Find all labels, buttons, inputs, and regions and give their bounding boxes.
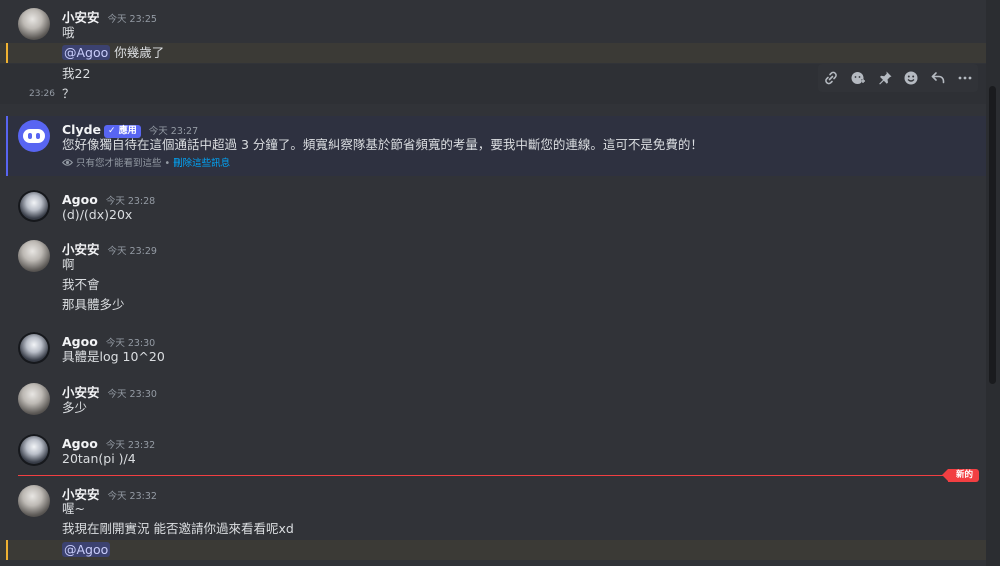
message-text: 20tan(pi )/4	[62, 451, 136, 466]
message-text: 那具體多少	[62, 297, 125, 312]
new-messages-badge: 新的	[941, 469, 980, 482]
message-line[interactable]: 哦	[0, 23, 986, 43]
message-line[interactable]: 那具體多少	[0, 295, 986, 315]
dismiss-messages-link[interactable]: 刪除這些訊息	[173, 158, 230, 169]
user-mention[interactable]: @Agoo	[62, 542, 111, 557]
reply-icon[interactable]	[927, 67, 949, 89]
message-text: @Agoo 你幾歲了	[62, 45, 165, 60]
message-text: 哦	[62, 25, 75, 40]
message-text: 您好像獨自待在這個通話中超過 3 分鐘了。頻寬糾察隊基於節省頻寬的考量，要我中斷…	[62, 137, 703, 152]
message-text: 具體是log 10^20	[62, 349, 165, 364]
message-text: 多少	[62, 400, 88, 415]
message-text: 啊	[62, 257, 75, 272]
message-text: (d)/(dx)20x	[62, 207, 133, 222]
message-line[interactable]: 20tan(pi )/4	[0, 449, 986, 469]
message-text: 喔~	[62, 501, 85, 516]
message-line[interactable]: 具體是log 10^20	[0, 347, 986, 367]
scrollbar-thumb[interactable]	[989, 86, 996, 384]
message-text: 我現在剛開實況 能否邀請你過來看看呢xd	[62, 521, 294, 536]
message-text: 我不會	[62, 277, 100, 292]
eye-icon	[61, 157, 74, 173]
more-icon[interactable]	[954, 67, 976, 89]
link-icon[interactable]	[820, 67, 842, 89]
message-line[interactable]: 我現在剛開實況 能否邀請你過來看看呢xd	[0, 519, 986, 539]
pin-icon[interactable]	[874, 67, 896, 89]
message-toolbar	[818, 64, 978, 92]
add-reaction-icon[interactable]	[847, 67, 869, 89]
ephemeral-note: 只有您才能看到這些 • 刪除這些訊息	[61, 157, 230, 173]
message-line-mentioned[interactable]: @Agoo	[0, 540, 986, 560]
message-line[interactable]: 多少	[0, 398, 986, 418]
hover-timestamp: 23:26	[29, 89, 55, 99]
chat-messages: 小安安 今天 23:25 哦 @Agoo 你幾歲了 我22 23:26 ？ Cl…	[0, 0, 1000, 566]
emoji-icon[interactable]	[900, 67, 922, 89]
message-text: @Agoo	[62, 540, 111, 560]
message-line[interactable]: 我不會	[0, 275, 986, 295]
message-text: 我22	[62, 66, 91, 81]
new-messages-divider	[18, 475, 966, 476]
message-line[interactable]: 您好像獨自待在這個通話中超過 3 分鐘了。頻寬糾察隊基於節省頻寬的考量，要我中斷…	[0, 135, 986, 155]
message-line[interactable]: 喔~	[0, 499, 986, 519]
user-mention[interactable]: @Agoo	[62, 45, 111, 60]
message-line[interactable]: (d)/(dx)20x	[0, 205, 986, 225]
message-line[interactable]: 啊	[0, 255, 986, 275]
message-line-mentioned[interactable]: @Agoo 你幾歲了	[0, 43, 986, 63]
message-text: ？	[62, 86, 75, 101]
